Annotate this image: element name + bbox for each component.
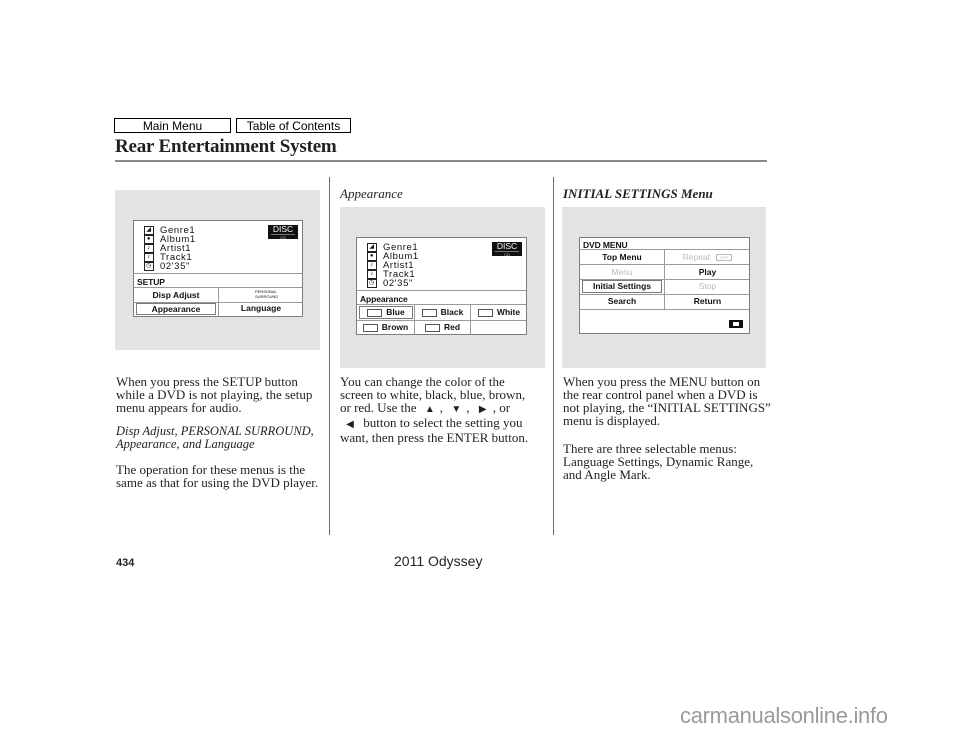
disc-badge-label: DISC	[272, 224, 294, 234]
separator: ,	[466, 400, 470, 415]
text-line: or red. Use the ▲, ▼, ▶, or	[340, 401, 555, 416]
setup-paragraph: When you press the SETUP button while a …	[116, 374, 313, 415]
appearance-screen-illustration: ◢ Genre1 ● Album1 ♪ Artist1 ♪ Track1 ◷ 02'35"…	[340, 207, 545, 368]
text-fragment: or red. Use the	[340, 400, 417, 415]
stop-item[interactable]: Stop	[665, 280, 749, 294]
track-icon: ♪	[144, 253, 154, 262]
swatch-icon	[362, 323, 378, 332]
return-item[interactable]: Return	[665, 295, 749, 309]
color-label: White	[496, 307, 521, 317]
artist-icon: ♪	[367, 261, 377, 270]
menu-item[interactable]: Menu	[580, 265, 664, 279]
screen-mode-icon	[729, 320, 743, 328]
album-icon: ●	[144, 235, 154, 244]
swatch-icon	[477, 308, 493, 317]
text-line: want, then press the ENTER button.	[340, 430, 529, 445]
header-rule	[115, 160, 767, 162]
search-item[interactable]: Search	[580, 295, 664, 309]
selectable-menus-description: There are three selectable menus: Langua…	[563, 442, 773, 481]
album-icon: ●	[367, 252, 377, 261]
page-title: Rear Entertainment System	[115, 136, 337, 157]
personal-surround-item[interactable]: PERSONAL SURROUND	[219, 289, 302, 302]
appearance-item[interactable]: Appearance	[136, 303, 216, 315]
color-label: Black	[440, 307, 464, 317]
repeat-item[interactable]: Repeat OFF	[665, 250, 749, 264]
color-option-brown[interactable]: Brown	[357, 321, 414, 334]
divider	[357, 304, 526, 305]
color-label: Brown	[381, 322, 409, 332]
color-option-black[interactable]: Black	[415, 306, 470, 319]
separator: ,	[439, 400, 444, 415]
disc-badge: DISC CD	[492, 241, 522, 257]
color-option-blue[interactable]: Blue	[359, 306, 413, 319]
swatch-icon	[367, 308, 383, 317]
appearance-heading: Appearance	[340, 186, 403, 201]
column-divider	[329, 177, 330, 535]
artist-icon: ♪	[144, 244, 154, 253]
appearance-description: You can change the color of the screen t…	[340, 375, 555, 444]
color-option-white[interactable]: White	[471, 306, 526, 319]
text-fragment: button to select the setting you	[363, 415, 523, 430]
repeat-label: Repeat	[682, 252, 711, 262]
main-menu-button[interactable]: Main Menu	[114, 118, 231, 133]
selectable-menus-paragraph: There are three selectable menus: Langua…	[563, 441, 754, 482]
setup-screen-illustration: ◢ Genre1 ● Album1 ♪ Artist1 ♪ Track1 ◷ 02'35"…	[115, 190, 320, 350]
disc-badge-sub: CD	[495, 251, 519, 257]
color-option-red[interactable]: Red	[415, 321, 470, 334]
watermark: carmanualsonline.info	[680, 703, 888, 728]
track-icon: ♪	[367, 270, 377, 279]
setup-description: When you press the SETUP button while a …	[116, 375, 326, 414]
text-line: ◀ button to select the setting you	[340, 416, 555, 431]
color-label: Blue	[386, 307, 405, 317]
column-divider	[553, 177, 554, 535]
operation-paragraph: The operation for these menus is the sam…	[116, 462, 319, 490]
dvd-menu-screen: DVD MENU Top Menu Repeat OFF Menu Play I…	[579, 237, 750, 334]
personal-surround-label-2: SURROUND	[255, 294, 279, 299]
page-number: 434	[116, 557, 135, 569]
track-info: ◢ Genre1 ● Album1 ♪ Artist1 ♪ Track1 ◷ 02'35"	[367, 243, 419, 288]
track-info: ◢ Genre1 ● Album1 ♪ Artist1 ♪ Track1 ◷ 02'35"	[144, 226, 196, 271]
appearance-screen: ◢ Genre1 ● Album1 ♪ Artist1 ♪ Track1 ◷ 02'35"…	[356, 237, 527, 335]
model-label: 2011 Odyssey	[394, 553, 483, 569]
setup-subheading: Disp Adjust, PERSONAL SURROUND, Appearan…	[116, 425, 331, 451]
clock-icon: ◷	[144, 262, 154, 271]
clock-icon: ◷	[367, 279, 377, 288]
table-of-contents-button[interactable]: Table of Contents	[236, 118, 351, 133]
disc-badge-label: DISC	[496, 241, 518, 251]
time-text: 02'35"	[160, 261, 190, 272]
initial-settings-item[interactable]: Initial Settings	[582, 280, 662, 293]
setup-label: SETUP	[137, 277, 165, 287]
divider	[134, 273, 302, 274]
top-menu-item[interactable]: Top Menu	[580, 250, 664, 264]
disp-adjust-item[interactable]: Disp Adjust	[134, 289, 218, 302]
initial-settings-description: When you press the MENU button on the re…	[563, 375, 773, 427]
divider	[357, 290, 526, 291]
initial-settings-heading: INITIAL SETTINGS Menu	[563, 186, 713, 201]
swatch-icon	[424, 323, 440, 332]
dvd-menu-screen-illustration: DVD MENU Top Menu Repeat OFF Menu Play I…	[562, 207, 766, 368]
genre-icon: ◢	[144, 226, 154, 235]
text-fragment: , or	[492, 400, 511, 415]
genre-icon: ◢	[367, 243, 377, 252]
screen-mode-icon-inner	[733, 322, 739, 326]
swatch-icon	[421, 308, 437, 317]
disc-badge-sub: CD	[271, 234, 295, 240]
operation-description: The operation for these menus is the sam…	[116, 463, 326, 489]
time-text: 02'35"	[383, 278, 413, 289]
color-label: Red	[443, 322, 461, 332]
subheading-line-2: Appearance, and Language	[116, 437, 255, 451]
appearance-label: Appearance	[360, 294, 408, 304]
repeat-state-badge: OFF	[716, 254, 733, 262]
menu-paragraph: When you press the MENU button on the re…	[563, 374, 771, 428]
setup-screen: ◢ Genre1 ● Album1 ♪ Artist1 ♪ Track1 ◷ 02'35"…	[133, 220, 303, 317]
play-item[interactable]: Play	[665, 265, 749, 279]
language-item[interactable]: Language	[219, 303, 302, 315]
divider	[580, 309, 749, 310]
disc-badge: DISC CD	[268, 224, 298, 240]
